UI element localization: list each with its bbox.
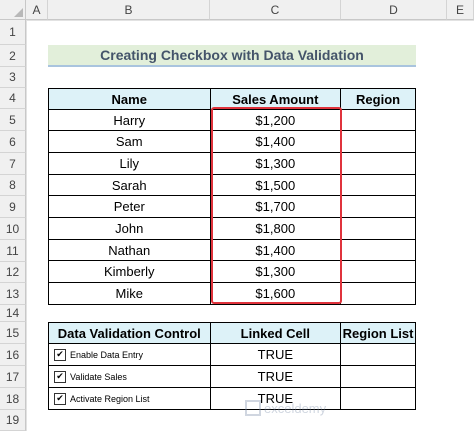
cell-control: ✔ Validate Sales	[48, 365, 211, 388]
cell-control: ✔ Activate Region List	[48, 387, 211, 410]
sheet-title: Creating Checkbox with Data Validation	[48, 45, 416, 67]
cell-region[interactable]	[340, 260, 416, 283]
watermark-logo: exceldemy	[244, 395, 394, 423]
row-header-19[interactable]: 19	[0, 410, 26, 431]
row-header-1[interactable]: 1	[0, 20, 26, 45]
row-header-7[interactable]: 7	[0, 153, 26, 175]
cell-name[interactable]: Nathan	[48, 239, 211, 261]
column-header-d[interactable]: D	[341, 0, 447, 20]
header-data-validation-control: Data Validation Control	[48, 322, 211, 344]
cell-name[interactable]: John	[48, 217, 211, 240]
cell-region-list[interactable]	[340, 343, 416, 366]
row-header-11[interactable]: 11	[0, 240, 26, 262]
cell-name[interactable]: Sarah	[48, 174, 211, 196]
cell-region[interactable]	[340, 239, 416, 261]
row-header-17[interactable]: 17	[0, 366, 26, 388]
row-header-15[interactable]: 15	[0, 322, 26, 344]
cell-region[interactable]	[340, 174, 416, 196]
checkbox-checked-icon[interactable]: ✔	[54, 370, 66, 383]
control-row: ✔ Enable Data Entry TRUE	[48, 343, 416, 366]
column-header-b[interactable]: B	[48, 0, 210, 20]
cell-region[interactable]	[340, 130, 416, 153]
checkbox-control[interactable]: ✔ Enable Data Entry	[49, 348, 210, 361]
cell-linked[interactable]: TRUE	[209, 365, 342, 388]
row-header-9[interactable]: 9	[0, 196, 26, 218]
column-header-a[interactable]: A	[26, 0, 48, 20]
column-header-c[interactable]: C	[210, 0, 341, 20]
row-header-4[interactable]: 4	[0, 88, 26, 109]
row-header-8[interactable]: 8	[0, 175, 26, 196]
checkbox-label: Activate Region List	[70, 393, 150, 404]
cell-name[interactable]: Sam	[48, 130, 211, 153]
column-header-e[interactable]: E	[447, 0, 474, 20]
svg-text:exceldemy: exceldemy	[264, 401, 327, 416]
row-header-18[interactable]: 18	[0, 388, 26, 410]
row-header-14[interactable]: 14	[0, 305, 26, 322]
row-header-12[interactable]: 12	[0, 262, 26, 283]
cell-region[interactable]	[340, 282, 416, 305]
checkbox-label: Enable Data Entry	[70, 349, 144, 360]
row-header-3[interactable]: 3	[0, 67, 26, 88]
header-region: Region	[340, 88, 416, 110]
cell-name[interactable]: Harry	[48, 109, 211, 131]
select-all-corner[interactable]	[0, 0, 26, 20]
cell-region[interactable]	[340, 195, 416, 218]
row-header-10[interactable]: 10	[0, 218, 26, 240]
cell-name[interactable]: Kimberly	[48, 260, 211, 283]
highlight-box	[211, 107, 342, 304]
cell-region[interactable]	[340, 152, 416, 175]
cell-region[interactable]	[340, 217, 416, 240]
row-header-5[interactable]: 5	[0, 109, 26, 131]
cell-region-list[interactable]	[340, 365, 416, 388]
checkbox-checked-icon[interactable]: ✔	[54, 392, 66, 405]
cell-control: ✔ Enable Data Entry	[48, 343, 211, 366]
header-linked-cell: Linked Cell	[209, 322, 342, 344]
header-region-list: Region List	[340, 322, 416, 344]
checkbox-control[interactable]: ✔ Activate Region List	[49, 392, 210, 405]
spreadsheet: A B C D E 1 2 3 4 5 6 7 8 9 10 11 12 13 14 15 16 17 18 19 …	[0, 0, 474, 431]
row-header-6[interactable]: 6	[0, 131, 26, 153]
checkbox-label: Validate Sales	[70, 371, 127, 382]
row-header-16[interactable]: 16	[0, 344, 26, 366]
checkbox-control[interactable]: ✔ Validate Sales	[49, 370, 210, 383]
checkbox-checked-icon[interactable]: ✔	[54, 348, 66, 361]
header-name: Name	[48, 88, 211, 110]
row-header-13[interactable]: 13	[0, 283, 26, 305]
cell-name[interactable]: Lily	[48, 152, 211, 175]
cell-name[interactable]: Peter	[48, 195, 211, 218]
cell-name[interactable]: Mike	[48, 282, 211, 305]
row-header-2[interactable]: 2	[0, 45, 26, 67]
cell-linked[interactable]: TRUE	[209, 343, 342, 366]
control-row: ✔ Validate Sales TRUE	[48, 365, 416, 388]
cell-region[interactable]	[340, 109, 416, 131]
